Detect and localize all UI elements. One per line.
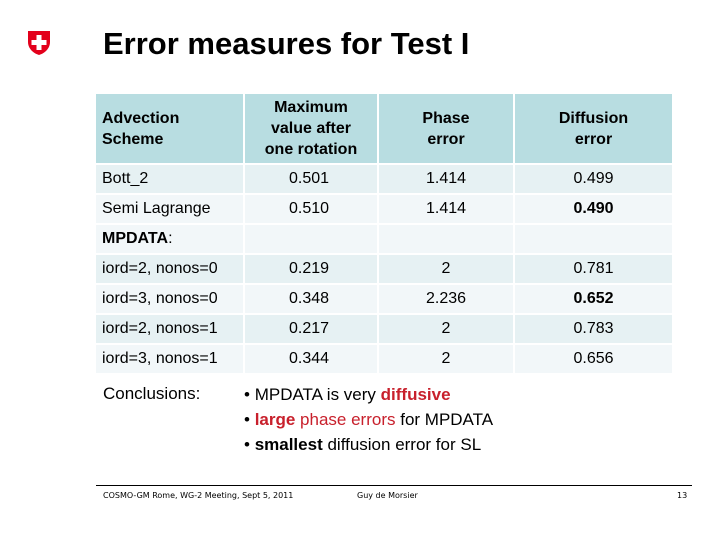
footer-event: COSMO-GM Rome, WG-2 Meeting, Sept 5, 201…	[103, 491, 294, 500]
column-header-phase-error: Phase error	[379, 94, 513, 163]
conclusion-item: • MPDATA is very diffusive	[244, 382, 493, 407]
max-value-cell: 0.217	[245, 315, 377, 343]
header-line: error	[574, 130, 613, 148]
error-measures-table: Advection Scheme Maximum value after one…	[94, 92, 674, 375]
diffusion-error-cell: 0.781	[515, 255, 672, 283]
section-label-cell: MPDATA:	[96, 225, 243, 253]
bullet: •	[244, 435, 250, 454]
conclusion-highlight: diffusive	[380, 385, 451, 404]
bullet: •	[244, 385, 250, 404]
scheme-cell: iord=3, nonos=0	[96, 285, 243, 313]
conclusion-emphasis: smallest	[254, 435, 323, 454]
table-row: Bott_2 0.501 1.414 0.499	[96, 165, 672, 193]
diffusion-error-cell: 0.783	[515, 315, 672, 343]
section-label: MPDATA	[102, 230, 169, 247]
diffusion-error-cell: 0.490	[515, 195, 672, 223]
phase-error-cell: 2	[379, 345, 513, 373]
conclusions-list: • MPDATA is very diffusive • large phase…	[244, 382, 493, 457]
max-value-cell: 0.510	[245, 195, 377, 223]
header-line: one rotation	[264, 141, 358, 158]
phase-error-cell: 1.414	[379, 195, 513, 223]
scheme-cell: iord=2, nonos=0	[96, 255, 243, 283]
conclusion-text: diffusion error for SL	[322, 435, 482, 454]
scheme-cell: iord=2, nonos=1	[96, 315, 243, 343]
page-title: Error measures for Test I	[103, 26, 470, 61]
footer-divider	[96, 485, 692, 486]
header-line: error	[427, 130, 465, 148]
phase-error-cell: 2	[379, 315, 513, 343]
phase-error-cell: 2	[379, 255, 513, 283]
column-header-max-value: Maximum value after one rotation	[245, 94, 377, 163]
conclusion-highlight: large	[254, 410, 296, 429]
header-line: Advection	[102, 109, 180, 127]
diffusion-error-cell	[515, 225, 672, 253]
phase-error-cell: 1.414	[379, 165, 513, 193]
swiss-coat-of-arms-icon	[28, 31, 50, 55]
header-line: Phase	[422, 109, 470, 127]
column-header-diffusion-error: Diffusion error	[515, 94, 672, 163]
conclusion-item: • large phase errors for MPDATA	[244, 407, 493, 432]
table-header-row: Advection Scheme Maximum value after one…	[96, 94, 672, 163]
conclusions-label: Conclusions:	[103, 384, 201, 403]
section-label-suffix: :	[168, 230, 173, 247]
max-value-cell: 0.344	[245, 345, 377, 373]
diffusion-error-cell: 0.499	[515, 165, 672, 193]
header-line: value after	[270, 120, 352, 137]
diffusion-error-cell: 0.656	[515, 345, 672, 373]
table-row: iord=3, nonos=0 0.348 2.236 0.652	[96, 285, 672, 313]
table-row: Semi Lagrange 0.510 1.414 0.490	[96, 195, 672, 223]
table-row: iord=2, nonos=0 0.219 2 0.781	[96, 255, 672, 283]
max-value-cell: 0.348	[245, 285, 377, 313]
scheme-cell: Bott_2	[96, 165, 243, 193]
phase-error-cell	[379, 225, 513, 253]
column-header-advection-scheme: Advection Scheme	[96, 94, 243, 163]
table-row: iord=3, nonos=1 0.344 2 0.656	[96, 345, 672, 373]
phase-error-cell: 2.236	[379, 285, 513, 313]
conclusion-highlight: phase errors	[295, 410, 396, 429]
conclusion-text: for MPDATA	[395, 410, 494, 429]
max-value-cell	[245, 225, 377, 253]
diffusion-error-cell: 0.652	[515, 285, 672, 313]
footer-author: Guy de Morsier	[357, 491, 418, 500]
table-section-row: MPDATA:	[96, 225, 672, 253]
bullet: •	[244, 410, 250, 429]
scheme-cell: iord=3, nonos=1	[96, 345, 243, 373]
max-value-cell: 0.501	[245, 165, 377, 193]
max-value-cell: 0.219	[245, 255, 377, 283]
page-number: 13	[677, 491, 688, 500]
header-line: Scheme	[102, 130, 164, 148]
header-line: Diffusion	[558, 109, 629, 127]
conclusion-item: • smallest diffusion error for SL	[244, 432, 493, 457]
scheme-cell: Semi Lagrange	[96, 195, 243, 223]
header-line: Maximum	[274, 99, 348, 116]
table-row: iord=2, nonos=1 0.217 2 0.783	[96, 315, 672, 343]
conclusion-text: MPDATA is very	[254, 385, 381, 404]
